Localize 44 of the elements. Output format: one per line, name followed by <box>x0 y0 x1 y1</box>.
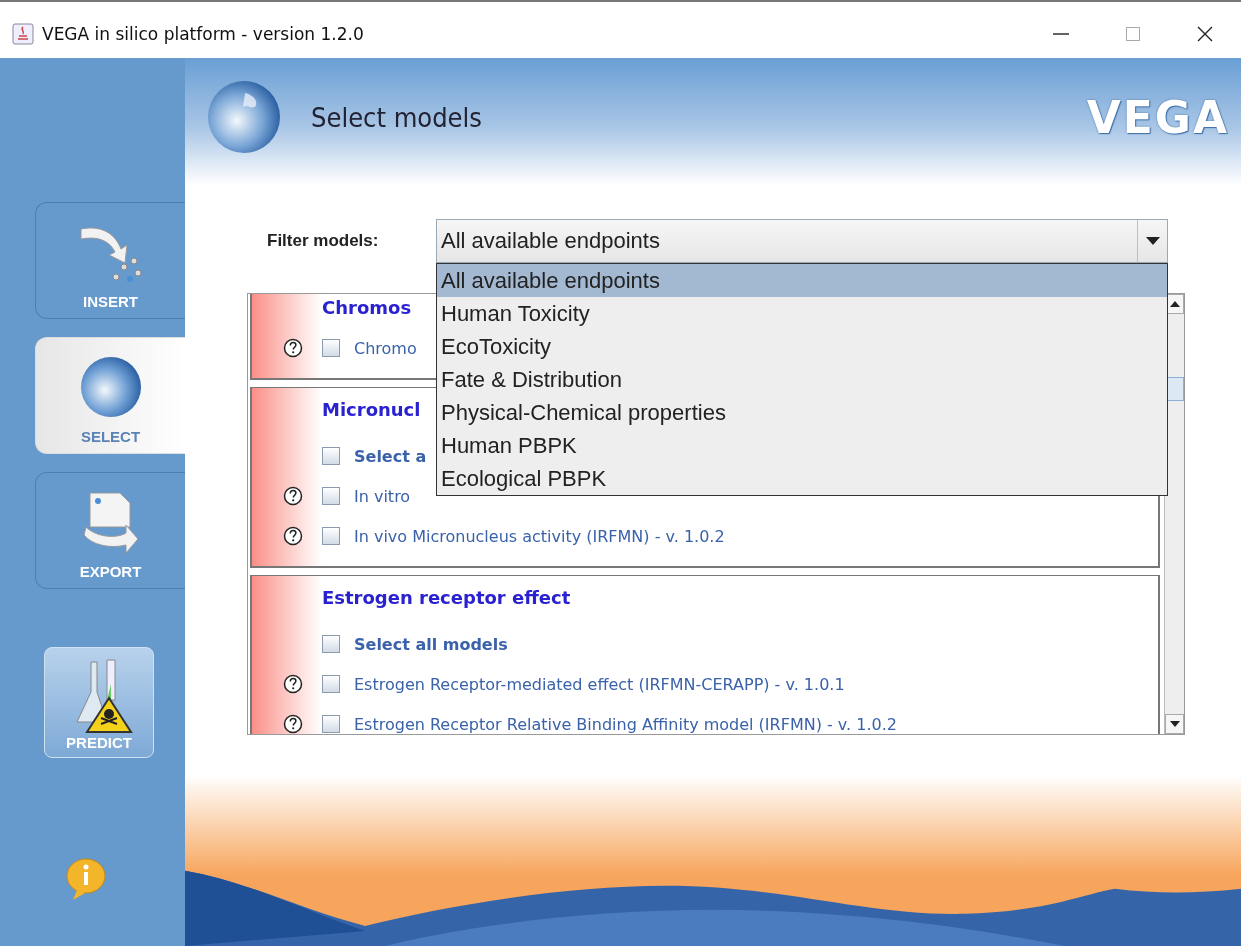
maximize-icon <box>1124 25 1142 43</box>
model-label[interactable]: Estrogen Receptor Relative Binding Affinity model (IRFMN) - v. 1.0.2 <box>354 714 897 734</box>
dropdown-arrow-icon <box>1145 237 1160 245</box>
dropdown-option[interactable]: All available endpoints <box>437 264 1167 297</box>
select-all-label[interactable]: Select a <box>354 446 427 466</box>
help-icon[interactable] <box>283 526 303 546</box>
model-label[interactable]: Chromo <box>354 338 417 358</box>
scroll-down-icon[interactable] <box>1169 721 1180 727</box>
help-icon[interactable] <box>283 338 303 358</box>
help-icon[interactable] <box>283 674 303 694</box>
group-title: Chromos <box>322 296 412 320</box>
model-label[interactable]: In vivo Micronucleus activity (IRFMN) - v. 1.0.2 <box>354 526 725 546</box>
sidebar-tab[interactable]: SELECT <box>35 337 185 454</box>
checkbox[interactable] <box>322 635 340 653</box>
scrollbar[interactable] <box>1164 294 1184 734</box>
group-title: Estrogen receptor effect <box>322 586 571 610</box>
dropdown-option[interactable]: Human PBPK <box>437 429 1167 462</box>
dropdown-option[interactable]: Ecological PBPK <box>437 462 1167 495</box>
dropdown-option[interactable]: Human Toxicity <box>437 297 1167 330</box>
checkbox[interactable] <box>322 715 340 733</box>
page-title: Select models <box>311 102 483 133</box>
checkbox[interactable] <box>322 339 340 357</box>
dropdown-option[interactable]: Fate & Distribution <box>437 363 1167 396</box>
checkbox[interactable] <box>322 447 340 465</box>
dropdown-option[interactable]: EcoToxicity <box>437 330 1167 363</box>
help-icon[interactable] <box>283 486 303 506</box>
scroll-up-icon[interactable] <box>1169 301 1180 307</box>
model-label[interactable]: In vitro <box>354 486 411 506</box>
filter-label: Filter models: <box>267 231 380 251</box>
select-all-label[interactable]: Select all models <box>354 634 508 654</box>
help-icon[interactable] <box>283 714 303 734</box>
dropdown-option[interactable]: Physical-Chemical properties <box>437 396 1167 429</box>
close-icon <box>1196 25 1214 43</box>
checkbox[interactable] <box>322 675 340 693</box>
group-title: Micronucl <box>322 398 421 422</box>
minimize-icon <box>1053 33 1069 35</box>
window-title: VEGA in silico platform - version 1.2.0 <box>42 24 365 44</box>
model-label[interactable]: Estrogen Receptor-mediated effect (IRFMN-CERAPP) - v. 1.0.1 <box>354 674 845 694</box>
checkbox[interactable] <box>322 527 340 545</box>
info-icon <box>65 856 107 902</box>
vega-logo: VEGA <box>1086 92 1230 143</box>
endpoint-dropdown[interactable]: All available endpoints <box>436 219 1168 263</box>
checkbox[interactable] <box>322 487 340 505</box>
app-icon <box>12 23 34 45</box>
